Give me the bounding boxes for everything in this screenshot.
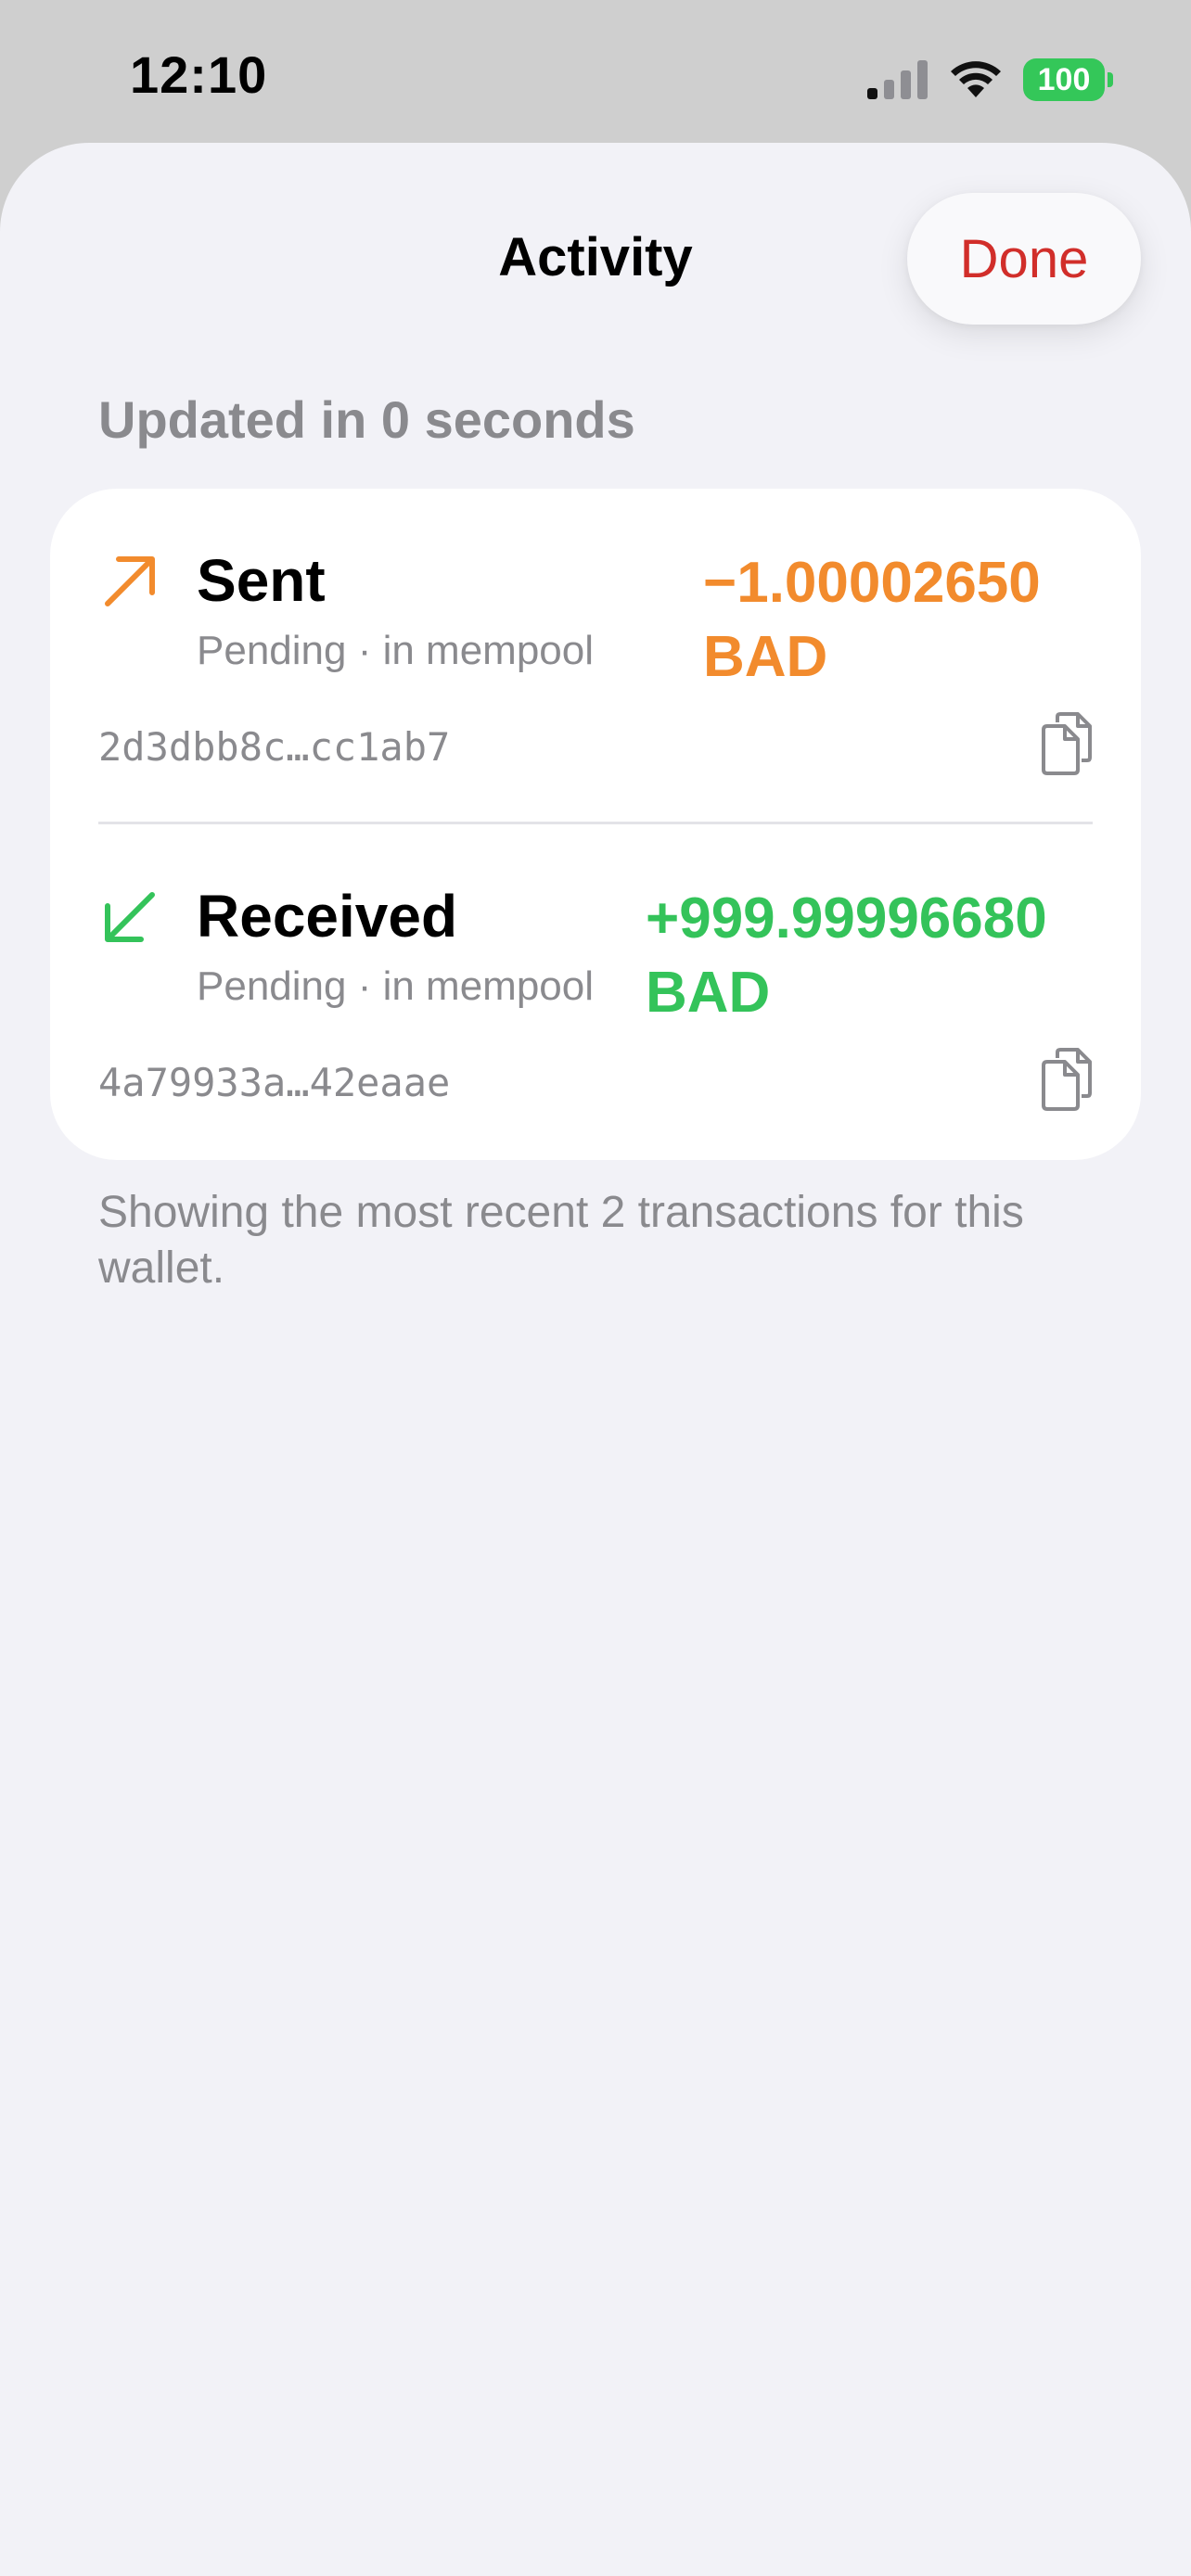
cellular-signal-icon [867,60,928,99]
transaction-hash: 2d3dbb8c…cc1ab7 [98,724,451,770]
transaction-kind: Received [197,883,458,950]
amount-value: +999.99996680 [646,886,1047,950]
transaction-status: Pending · in mempool [197,628,595,673]
battery-level: 100 [1023,58,1105,101]
transaction-amount: +999.99996680 BAD [646,882,1047,1030]
status-icons: 100 [867,52,1113,108]
copy-icon[interactable] [1039,1047,1095,1112]
battery-icon: 100 [1023,58,1113,101]
amount-value: −1.00002650 [703,551,1041,615]
amount-unit: BAD [703,625,828,689]
battery-tip [1108,72,1113,87]
amount-unit: BAD [646,961,771,1025]
transaction-kind: Sent [197,547,326,614]
copy-icon[interactable] [1039,711,1095,776]
arrow-down-left-icon [105,892,155,942]
arrow-up-right-icon [105,556,155,606]
done-button[interactable]: Done [907,193,1141,325]
transaction-hash: 4a79933a…42eaae [98,1060,451,1105]
transaction-row-sent[interactable]: Sent Pending · in mempool −1.00002650 BA… [50,489,1141,824]
footer-note: Showing the most recent 2 transactions f… [98,1188,1024,1293]
transaction-row-received[interactable]: Received Pending · in mempool +999.99996… [50,824,1141,1160]
transactions-card: Sent Pending · in mempool −1.00002650 BA… [50,489,1141,1160]
transaction-status: Pending · in mempool [197,963,595,1009]
status-time: 12:10 [130,45,268,104]
transaction-amount: −1.00002650 BAD [703,546,1041,695]
wifi-icon [951,61,1001,97]
activity-sheet: Activity Done Updated in 0 seconds Sent … [0,143,1191,2576]
status-bar: 12:10 100 [0,0,1191,148]
updated-status-label: Updated in 0 seconds [98,390,635,449]
